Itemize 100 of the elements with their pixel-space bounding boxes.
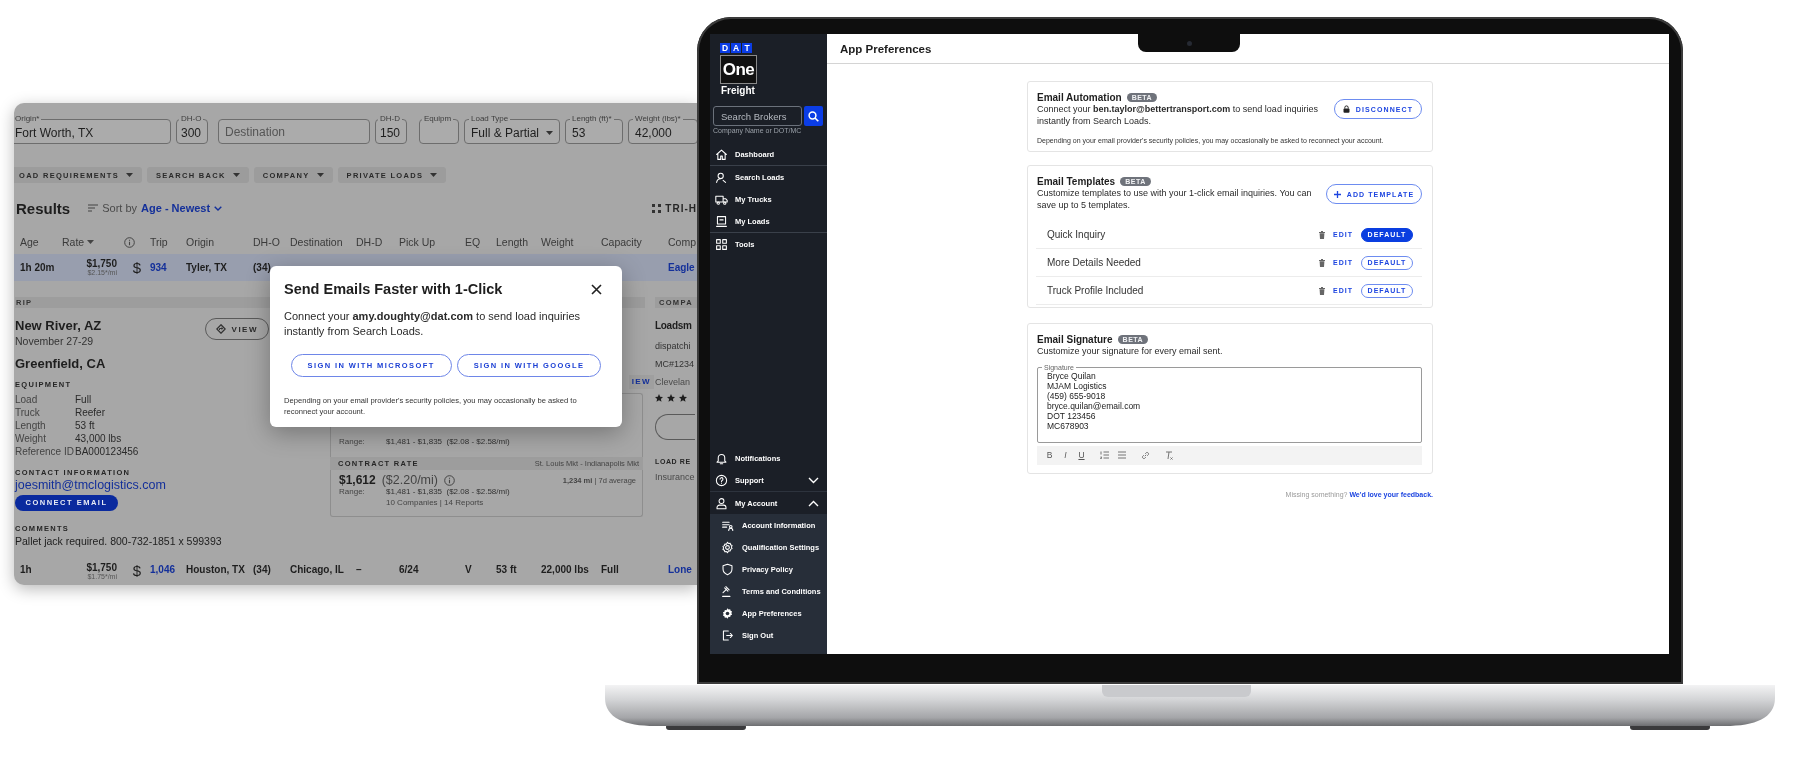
- range-label: Range:: [339, 487, 365, 497]
- route-icon: [215, 324, 226, 334]
- logo-letter: A: [731, 43, 741, 53]
- person-icon: [715, 170, 728, 184]
- table-cell-text: 53 ft: [496, 563, 518, 577]
- close-icon[interactable]: [591, 283, 602, 295]
- email-link[interactable]: joesmith@tmclogistics.com: [15, 478, 166, 493]
- template-name: Quick Inquiry: [1047, 229, 1107, 240]
- chevron-down-icon: [214, 205, 223, 211]
- table-cell-text: Houston, TX: [186, 563, 246, 577]
- stop-city: New River, AZ: [15, 318, 102, 334]
- shield-icon: [721, 562, 734, 576]
- column-header[interactable]: Rate: [62, 236, 85, 248]
- field-label: Truck: [15, 406, 40, 419]
- input-field[interactable]: DH-O 300: [176, 115, 208, 144]
- user-icon: [715, 496, 728, 510]
- search-field[interactable]: Search Brokers: [713, 106, 802, 126]
- template-name: Truck Profile Included: [1047, 285, 1145, 296]
- trash-icon[interactable]: [1319, 286, 1326, 295]
- italic-button[interactable]: I: [1062, 450, 1069, 460]
- link-icon[interactable]: [1141, 450, 1150, 460]
- results-title: Results: [16, 199, 71, 217]
- grid-icon: [715, 237, 728, 251]
- dollar-symbol: $: [132, 563, 142, 579]
- view-link[interactable]: IEW: [628, 375, 654, 389]
- settings-icon: [721, 606, 734, 620]
- caret-icon: [232, 173, 240, 177]
- caret-icon: [87, 240, 95, 244]
- product-name: Freight: [721, 85, 755, 97]
- star-icon: [679, 394, 687, 402]
- input-field[interactable]: DH-D 150: [375, 115, 407, 144]
- column-header: EQ: [465, 236, 482, 248]
- trash-icon[interactable]: [1319, 258, 1326, 267]
- field-label: Length: [15, 419, 46, 432]
- column-header: Destination: [290, 236, 344, 248]
- description-text: Connect your ben.taylor@bettertransport.com to send load inquiries instantly from Search Loads.: [1037, 104, 1319, 127]
- city-text: Clevelan: [655, 376, 691, 388]
- logo-letter: D: [720, 43, 730, 53]
- clear-format-icon[interactable]: [1165, 450, 1173, 460]
- report-count: 10 Companies | 14 Reports: [386, 497, 485, 509]
- numbered-list-icon[interactable]: [1100, 451, 1109, 459]
- rate-amount: $1,750: [86, 563, 117, 573]
- star-icon: [655, 394, 663, 402]
- page-title: App Preferences: [840, 42, 932, 55]
- comment-text: Pallet jack required. 800-732-1851 x 599393: [15, 534, 222, 548]
- bell-icon: [715, 451, 728, 465]
- card-title: Email Automation: [1037, 91, 1122, 103]
- sort-icon: [88, 204, 99, 212]
- mc-number: MC#1234: [655, 358, 695, 370]
- caret-icon: [546, 131, 553, 135]
- table-cell-text: 1h: [20, 563, 33, 577]
- caret-icon: [430, 173, 438, 177]
- logo-letter: T: [742, 43, 752, 53]
- field-value: 53 ft: [75, 419, 95, 432]
- view-toggle[interactable]: TRI-H: [652, 202, 697, 214]
- dialog-title: Send Emails Faster with 1-Click: [284, 281, 503, 297]
- input-field[interactable]: Origin* Fort Worth, TX: [14, 115, 171, 144]
- column-header: Weight: [541, 236, 575, 248]
- company-link[interactable]: Eagle: [668, 262, 697, 273]
- column-header: DH-O: [253, 236, 281, 248]
- info-icon: [124, 236, 135, 248]
- dollar-symbol: $: [132, 259, 142, 276]
- company-link[interactable]: Lone: [668, 563, 697, 577]
- field-value: Reefer: [75, 406, 105, 419]
- description-text: Customize templates to use with your 1-click email inquiries. You can save up to 5 templates.: [1037, 188, 1312, 211]
- dialog-text: Connect your amy.doughty@dat.com to send load inquiries instantly from Search Loads.: [284, 309, 582, 338]
- field-label: Load: [15, 393, 38, 406]
- input-field[interactable]: Equipm: [419, 115, 459, 144]
- field-value: Full: [75, 393, 92, 406]
- rate-per-mile: ($2.20/mi): [381, 473, 438, 487]
- field-value: 43,000 lbs: [75, 432, 122, 445]
- table-cell-text: Full: [601, 563, 620, 577]
- trip-link[interactable]: 934: [150, 262, 186, 273]
- email-link[interactable]: dispatchi: [655, 340, 691, 352]
- home-icon: [715, 147, 728, 161]
- table-cell-text: 6/24: [399, 563, 420, 577]
- lock-icon: [1342, 105, 1350, 113]
- info-icon: [444, 474, 455, 486]
- input-field[interactable]: Length (ft)* 53: [565, 115, 623, 144]
- description-text: Customize your signature for every email sent.: [1037, 346, 1224, 358]
- box-icon: [715, 214, 728, 228]
- field-label: Weight: [15, 432, 46, 445]
- search-button[interactable]: [804, 106, 823, 126]
- range-label: Range:: [339, 437, 365, 447]
- help-icon: [715, 473, 728, 487]
- trash-icon[interactable]: [1319, 230, 1326, 239]
- dropdown-field[interactable]: Load Type Full & Partial: [464, 115, 560, 144]
- rate-amount: $1,750: [86, 258, 117, 269]
- bold-button[interactable]: B: [1046, 450, 1053, 460]
- table-cell-text: –: [356, 563, 363, 577]
- field-value: BA000123456: [75, 445, 139, 458]
- range-value: $1,481 - $1,835 ($2.08 - $2.58/mi): [386, 437, 510, 447]
- column-header: Age: [20, 236, 40, 248]
- grid-icon: [652, 203, 662, 213]
- company-name: Loadsm: [655, 319, 692, 333]
- sort-dropdown[interactable]: Sort by Age - Newest: [88, 202, 223, 214]
- trip-link[interactable]: 1,046: [150, 563, 186, 577]
- underline-button[interactable]: U: [1078, 450, 1085, 460]
- input-field[interactable]: Weight (lbs)* 42,000: [628, 115, 697, 144]
- table-cell-text: (34): [253, 262, 272, 273]
